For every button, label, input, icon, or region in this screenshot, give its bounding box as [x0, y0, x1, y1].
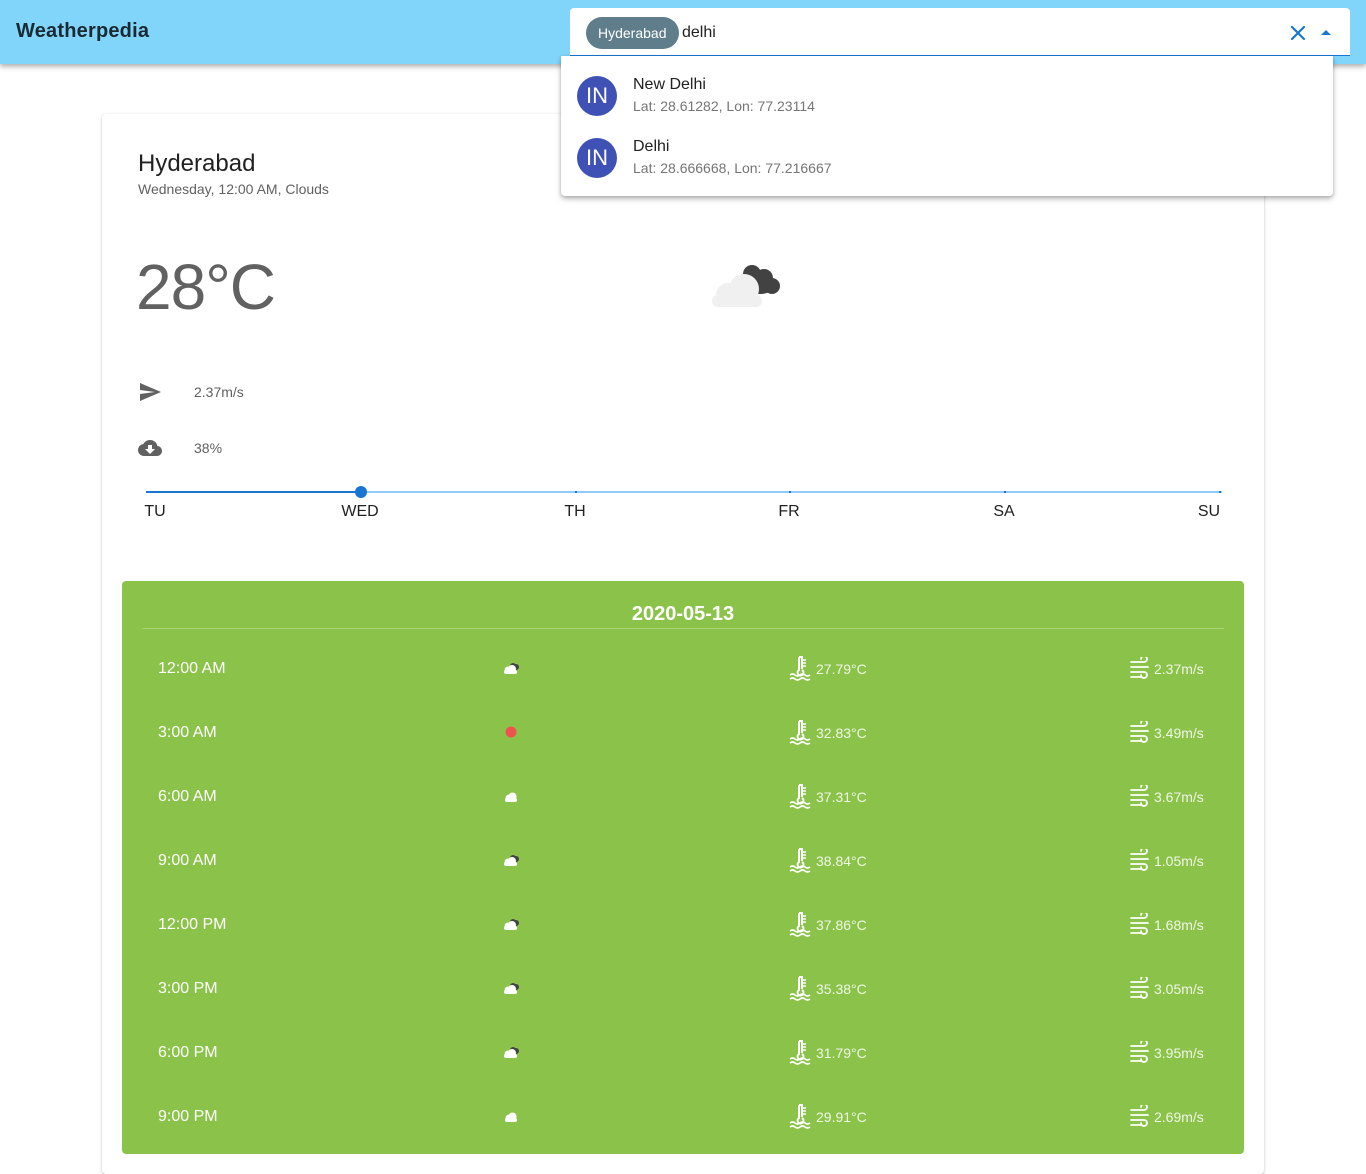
forecast-time: 3:00 PM — [158, 980, 218, 997]
current-temperature: 28°C — [136, 251, 276, 323]
wind-icon — [1128, 655, 1152, 679]
divider — [142, 628, 1224, 629]
clouds-icon — [502, 1045, 520, 1059]
thermometer-icon — [788, 847, 814, 873]
thermometer-icon — [788, 655, 814, 681]
day-label-th[interactable]: TH — [564, 503, 585, 521]
arrow-drop-up-icon — [1321, 30, 1331, 35]
option-coordinates: Lat: 28.666668, Lon: 77.216667 — [633, 160, 832, 176]
forecast-time: 12:00 AM — [158, 660, 226, 677]
day-slider-fill — [146, 491, 360, 493]
wind-icon — [1128, 1039, 1152, 1063]
wind-icon — [1128, 783, 1152, 807]
slider-tick — [789, 491, 791, 493]
forecast-row: 6:00 AM 37.31°C 3.67m/s — [122, 767, 1244, 831]
clouds-icon — [502, 917, 520, 931]
forecast-row: 3:00 PM 35.38°C 3.05m/s — [122, 959, 1244, 1023]
forecast-row: 9:00 AM 38.84°C 1.05m/s — [122, 831, 1244, 895]
cloud-icon — [502, 1109, 520, 1123]
slider-tick — [1004, 491, 1006, 493]
forecast-time: 9:00 AM — [158, 852, 217, 869]
forecast-wind: 3.95m/s — [1154, 1045, 1204, 1061]
forecast-wind: 2.37m/s — [1154, 661, 1204, 677]
hourly-forecast-panel: 2020-05-13 12:00 AM 27.79°C 2.37m/s 3:00 AM… — [122, 581, 1244, 1154]
city-search-box[interactable]: Hyderabad — [570, 8, 1350, 56]
thermometer-icon — [788, 911, 814, 937]
forecast-time: 9:00 PM — [158, 1108, 218, 1125]
wind-icon — [1128, 1103, 1152, 1127]
clouds-icon — [502, 853, 520, 867]
day-slider-thumb[interactable] — [355, 486, 367, 498]
option-delhi[interactable]: IN Delhi Lat: 28.666668, Lon: 77.216667 — [561, 126, 1333, 188]
forecast-temperature: 35.38°C — [816, 981, 867, 997]
clear-search-button[interactable] — [1286, 21, 1310, 45]
forecast-temperature: 31.79°C — [816, 1045, 867, 1061]
thermometer-icon — [788, 1039, 814, 1065]
forecast-row: 3:00 AM 32.83°C 3.49m/s — [122, 703, 1244, 767]
forecast-row: 6:00 PM 31.79°C 3.95m/s — [122, 1023, 1244, 1087]
day-label-wed[interactable]: WED — [341, 503, 378, 521]
clouds-icon — [502, 981, 520, 995]
day-label-sa[interactable]: SA — [993, 503, 1014, 521]
slider-tick — [1219, 491, 1221, 493]
forecast-wind: 3.49m/s — [1154, 725, 1204, 741]
forecast-wind: 2.69m/s — [1154, 1109, 1204, 1125]
app-title: Weatherpedia — [16, 20, 150, 42]
search-input[interactable] — [682, 21, 1242, 45]
wind-icon — [1128, 719, 1152, 743]
forecast-row: 12:00 AM 27.79°C 2.37m/s — [122, 639, 1244, 703]
thermometer-icon — [788, 975, 814, 1001]
thermometer-icon — [788, 783, 814, 809]
option-coordinates: Lat: 28.61282, Lon: 77.23114 — [633, 98, 815, 114]
forecast-time: 6:00 PM — [158, 1044, 218, 1061]
wind-speed: 2.37m/s — [194, 384, 244, 400]
city-name: Hyderabad — [138, 150, 256, 177]
cloud-icon — [502, 789, 520, 803]
country-avatar: IN — [577, 138, 617, 178]
option-name: Delhi — [633, 138, 670, 155]
forecast-wind: 1.68m/s — [1154, 917, 1204, 933]
forecast-wind: 3.67m/s — [1154, 789, 1204, 805]
wind-icon — [1128, 911, 1152, 935]
forecast-time: 12:00 PM — [158, 916, 227, 933]
weather-subtitle: Wednesday, 12:00 AM, Clouds — [138, 181, 329, 197]
wind-direction-icon — [140, 383, 161, 401]
forecast-row: 12:00 PM 37.86°C 1.68m/s — [122, 895, 1244, 959]
sun-icon — [502, 725, 520, 739]
forecast-time: 6:00 AM — [158, 788, 217, 805]
forecast-time: 3:00 AM — [158, 724, 217, 741]
forecast-temperature: 27.79°C — [816, 661, 867, 677]
city-options-dropdown: IN New Delhi Lat: 28.61282, Lon: 77.2311… — [561, 56, 1333, 196]
option-new-delhi[interactable]: IN New Delhi Lat: 28.61282, Lon: 77.2311… — [561, 64, 1333, 126]
app-bar: Weatherpedia Hyderabad — [0, 0, 1366, 64]
day-label-su[interactable]: SU — [1198, 503, 1220, 521]
day-label-fr[interactable]: FR — [778, 503, 799, 521]
slider-tick — [575, 491, 577, 493]
weather-card: Hyderabad Wednesday, 12:00 AM, Clouds 28… — [102, 114, 1264, 1174]
forecast-temperature: 37.86°C — [816, 917, 867, 933]
wind-icon — [1128, 975, 1152, 999]
clouds-icon — [502, 661, 520, 675]
toggle-dropdown-button[interactable] — [1314, 21, 1338, 45]
clouds-icon — [712, 265, 780, 307]
precipitation-value: 38% — [194, 440, 223, 456]
forecast-wind: 3.05m/s — [1154, 981, 1204, 997]
forecast-row: 9:00 PM 29.91°C 2.69m/s — [122, 1087, 1244, 1151]
selected-city-chip[interactable]: Hyderabad — [586, 17, 679, 49]
thermometer-icon — [788, 1103, 814, 1129]
forecast-wind: 1.05m/s — [1154, 853, 1204, 869]
forecast-temperature: 38.84°C — [816, 853, 867, 869]
thermometer-icon — [788, 719, 814, 745]
forecast-temperature: 37.31°C — [816, 789, 867, 805]
forecast-temperature: 29.91°C — [816, 1109, 867, 1125]
close-icon — [1290, 25, 1306, 41]
forecast-temperature: 32.83°C — [816, 725, 867, 741]
option-name: New Delhi — [633, 76, 706, 93]
wind-icon — [1128, 847, 1152, 871]
cloud-download-icon — [138, 439, 162, 456]
country-avatar: IN — [577, 76, 617, 116]
forecast-date: 2020-05-13 — [631, 603, 735, 625]
day-label-tu[interactable]: TU — [144, 503, 165, 521]
